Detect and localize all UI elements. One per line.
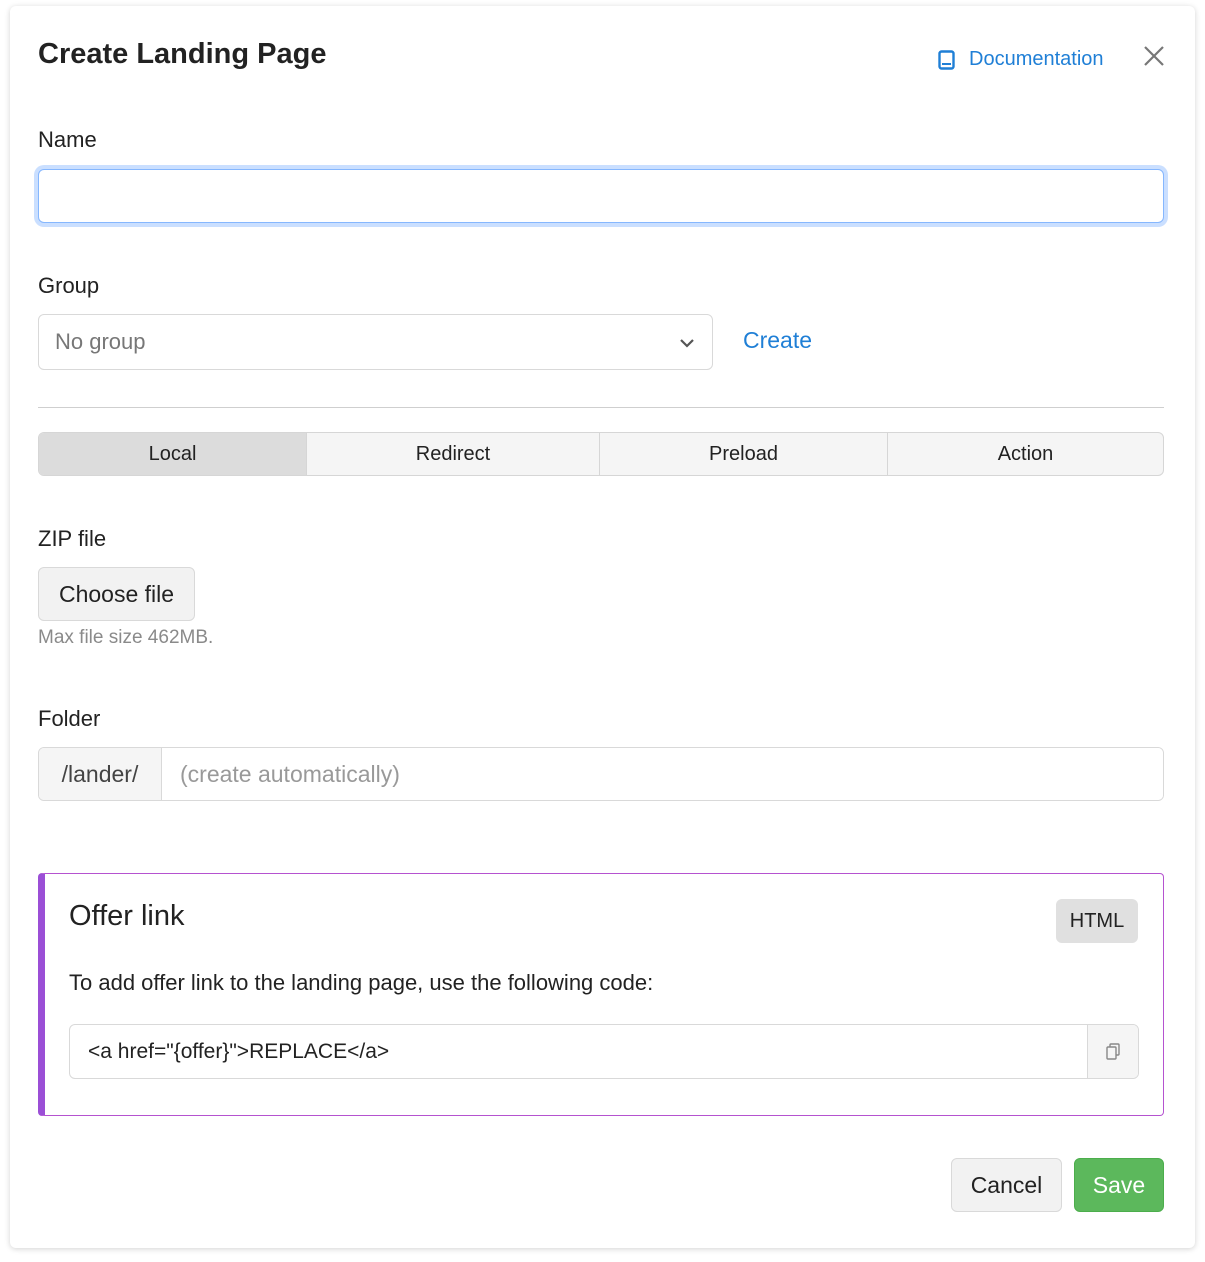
offer-link-description: To add offer link to the landing page, u… [69,970,654,995]
tab-redirect[interactable]: Redirect [307,433,600,475]
create-landing-page-modal: Create Landing Page Documentation Name G… [10,6,1195,1248]
type-tabs: Local Redirect Preload Action [38,432,1164,476]
modal-title: Create Landing Page [38,38,327,70]
tab-action[interactable]: Action [888,433,1163,475]
html-badge: HTML [1056,899,1138,943]
save-button[interactable]: Save [1074,1158,1164,1212]
documentation-label: Documentation [969,48,1104,70]
documentation-link[interactable]: Documentation [938,48,1104,71]
group-select-value: No group [55,329,146,354]
name-input[interactable] [38,169,1164,223]
close-icon[interactable] [1142,44,1166,68]
folder-input-group: /lander/ [38,747,1164,801]
offer-code-value[interactable]: <a href="{offer}">REPLACE</a> [70,1025,1087,1078]
cancel-button[interactable]: Cancel [951,1158,1062,1212]
offer-link-title: Offer link [69,900,185,932]
folder-input[interactable] [162,748,1163,800]
copy-icon [1106,1043,1120,1060]
folder-prefix: /lander/ [39,748,162,800]
divider [38,407,1164,408]
zip-file-label: ZIP file [38,526,107,551]
choose-file-button[interactable]: Choose file [38,567,195,621]
group-label: Group [38,273,100,298]
offer-link-panel: Offer link HTML To add offer link to the… [38,873,1164,1116]
book-icon [938,49,955,70]
chevron-down-icon [680,339,694,348]
tab-local[interactable]: Local [39,433,307,475]
folder-label: Folder [38,706,101,731]
name-label: Name [38,127,97,152]
tab-preload[interactable]: Preload [600,433,888,475]
offer-code-group: <a href="{offer}">REPLACE</a> [69,1024,1139,1079]
file-size-hint: Max file size 462MB. [38,627,214,648]
copy-button[interactable] [1087,1025,1138,1078]
create-group-link[interactable]: Create [743,327,812,354]
group-select[interactable]: No group [38,314,713,370]
